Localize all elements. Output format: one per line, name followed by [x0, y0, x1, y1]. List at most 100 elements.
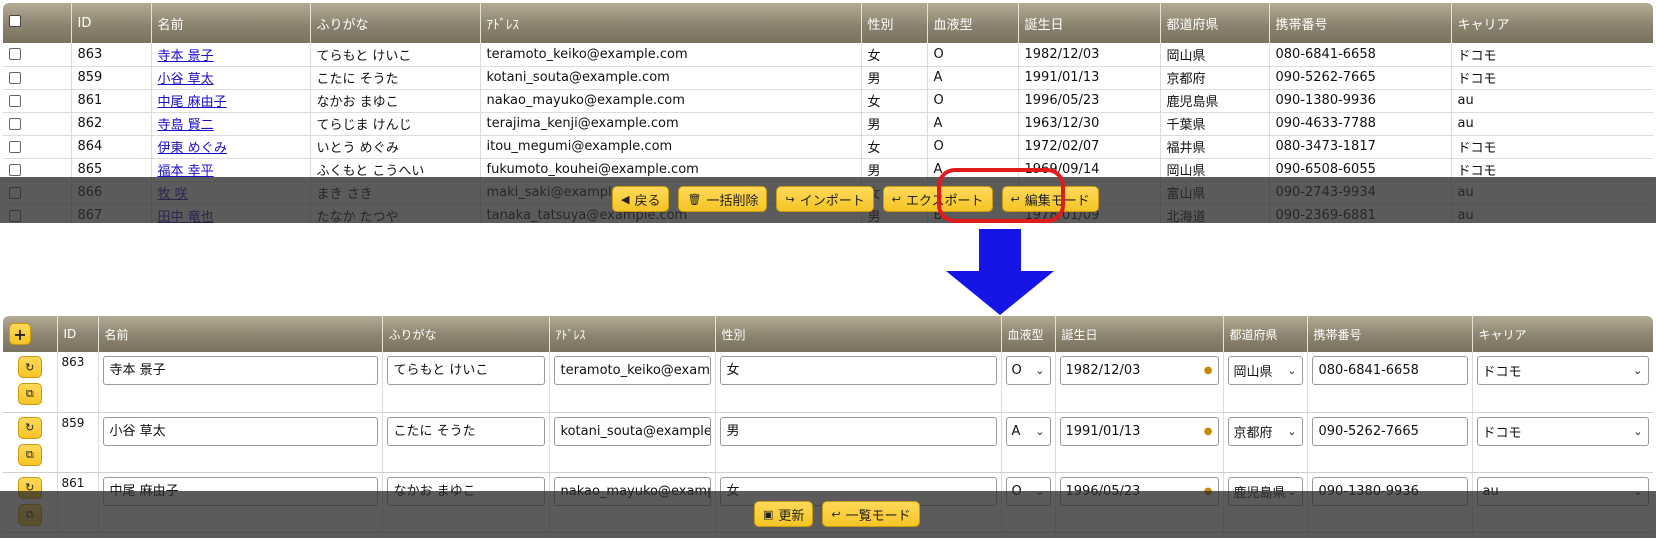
copy-icon: ⧉: [25, 447, 34, 461]
name-link[interactable]: 小谷 草太: [158, 72, 214, 87]
plus-icon: +: [13, 324, 27, 344]
cell-kana: こたに そうた: [382, 412, 550, 473]
phone-input[interactable]: 090-5262-7665: [1311, 416, 1468, 446]
cell-name-link[interactable]: 寺本 景子: [151, 43, 311, 67]
cell-id: 864: [71, 135, 152, 159]
name-link[interactable]: 伊東 めぐみ: [158, 141, 228, 156]
row-checkbox[interactable]: [3, 66, 72, 90]
cell-blood: A: [927, 112, 1019, 136]
cell-phone: 090-4633-7788: [1269, 112, 1452, 136]
trash-icon: 🗑: [687, 192, 702, 206]
back-button[interactable]: ◀ 戻る: [612, 186, 670, 212]
cell-pref: 福井県: [1160, 135, 1270, 159]
cell-id: 863: [71, 43, 152, 67]
row-refresh-button[interactable]: ↻: [17, 356, 42, 378]
edit-col-header-phone: 携帯番号: [1307, 316, 1473, 352]
edit-col-header-birthday: 誕生日: [1055, 316, 1224, 352]
cell-pref: 鹿児島県: [1160, 89, 1270, 113]
birthday-value: 1982/12/03: [1065, 363, 1141, 378]
cell-phone: 080-6841-6658: [1269, 43, 1452, 67]
row-checkbox[interactable]: [3, 89, 72, 113]
birthday-value: 1991/01/13: [1065, 423, 1141, 439]
cell-kana: なかお まゆこ: [310, 89, 481, 113]
edit-col-header-id: ID: [57, 316, 99, 352]
carrier-select[interactable]: ドコモ ⌄: [1476, 416, 1649, 446]
cell-id: 859: [71, 66, 152, 90]
name-link[interactable]: 中尾 麻由子: [158, 95, 227, 110]
cell-email: nakao_mayuko@example.com: [480, 89, 862, 113]
edit-mode-button[interactable]: ↩ 編集モード: [1001, 186, 1099, 212]
name-input[interactable]: 寺本 景子: [102, 356, 378, 385]
chevron-down-icon: ⌄: [1287, 364, 1297, 377]
row-id: 859: [61, 415, 85, 430]
pref-select[interactable]: 京都府 ⌄: [1227, 416, 1303, 446]
cell-name-link[interactable]: 小谷 草太: [151, 66, 311, 90]
phone-input[interactable]: 080-6841-6658: [1311, 356, 1468, 385]
name-link[interactable]: 寺島 賢二: [158, 118, 214, 133]
pref-select[interactable]: 岡山県 ⌄: [1227, 356, 1303, 385]
col-header-carrier: キャリア: [1451, 3, 1653, 43]
kana-input[interactable]: てらもと けいこ: [386, 356, 545, 385]
copy-icon: ⧉: [25, 387, 34, 400]
add-row-button[interactable]: +: [9, 323, 31, 345]
row-checkbox[interactable]: [3, 112, 72, 136]
carrier-select[interactable]: ドコモ ⌄: [1476, 356, 1649, 385]
list-mode-button[interactable]: ↩ 一覧モード: [822, 501, 920, 527]
bulk-delete-button[interactable]: 🗑 一括削除: [678, 186, 768, 212]
phone-value: 080-6841-6658: [1318, 363, 1419, 378]
email-input[interactable]: kotani_souta@example.com: [553, 416, 711, 446]
cell-gender: 男: [861, 66, 928, 90]
cell-name-link[interactable]: 寺島 賢二: [151, 112, 311, 136]
list-mode-button-label: 一覧モード: [845, 508, 911, 524]
import-button-label: インポート: [799, 193, 865, 209]
phone-value: 090-5262-7665: [1318, 423, 1419, 439]
edit-col-header-name: 名前: [98, 316, 383, 352]
col-header-birthday: 誕生日: [1018, 3, 1161, 43]
col-header-phone: 携帯番号: [1269, 3, 1452, 43]
gender-input[interactable]: 男: [719, 416, 997, 446]
cell-id: 861: [71, 89, 152, 113]
birthday-date-input[interactable]: 1991/01/13 ●: [1059, 416, 1219, 446]
cell-gender: 女: [861, 43, 928, 67]
export-button[interactable]: ↩ エクスポート: [882, 186, 993, 212]
cell-email: teramoto_keiko@example.com: [549, 352, 716, 413]
row-checkbox[interactable]: [3, 43, 72, 67]
back-arrow-icon: ◀: [621, 192, 630, 206]
name-link[interactable]: 寺本 景子: [158, 49, 214, 64]
cell-name-link[interactable]: 中尾 麻由子: [151, 89, 311, 113]
blood-selected-value: O: [1011, 363, 1022, 378]
row-refresh-button[interactable]: ↻: [17, 416, 42, 439]
cell-carrier: ドコモ: [1451, 66, 1653, 90]
cell-phone: 090-5262-7665: [1307, 412, 1473, 473]
edit-col-header-kana: ふりがな: [382, 316, 550, 352]
import-button[interactable]: ↪ インポート: [776, 186, 874, 212]
name-input[interactable]: 小谷 草太: [102, 416, 378, 446]
add-row-cell: +: [3, 316, 58, 352]
col-header-gender: 性別: [861, 3, 928, 43]
cell-pref: 京都府: [1160, 66, 1270, 90]
cell-name-link[interactable]: 伊東 めぐみ: [151, 135, 311, 159]
cell-birthday: 1982/12/03 ●: [1055, 352, 1224, 413]
row-checkbox[interactable]: [3, 135, 72, 159]
birthday-date-input[interactable]: 1982/12/03 ●: [1059, 356, 1219, 385]
select-all-checkbox[interactable]: [3, 3, 72, 43]
gender-input[interactable]: 女: [719, 356, 997, 385]
table-row: ↻ ⧉ 863 寺本 景子てらもと けいこ teramoto_keiko@example…: [3, 352, 1653, 413]
cell-phone: 080-6841-6658: [1307, 352, 1473, 413]
cell-blood: A: [927, 66, 1019, 90]
down-arrow-icon: [946, 229, 1054, 315]
gender-value: 女: [726, 363, 740, 378]
row-copy-button[interactable]: ⧉: [17, 443, 42, 466]
cell-id: 859: [57, 412, 99, 473]
blood-select[interactable]: O⌄: [1005, 356, 1051, 385]
chevron-down-icon: ⌄: [1633, 364, 1643, 377]
email-input[interactable]: teramoto_keiko@example.com: [553, 356, 711, 385]
list-header-row: ID 名前 ふりがな ｱﾄﾞﾚｽ 性別 血液型 誕生日 都道府県 携帯番号 キャ…: [3, 3, 1653, 43]
blood-select[interactable]: A ⌄: [1005, 416, 1051, 446]
cell-pref: 岡山県 ⌄: [1223, 352, 1308, 413]
row-id: 863: [61, 355, 85, 369]
kana-input[interactable]: こたに そうた: [386, 416, 545, 446]
cell-email: kotani_souta@example.com: [549, 412, 716, 473]
update-button[interactable]: ▣ 更新: [754, 501, 814, 527]
row-copy-button[interactable]: ⧉: [17, 383, 42, 405]
